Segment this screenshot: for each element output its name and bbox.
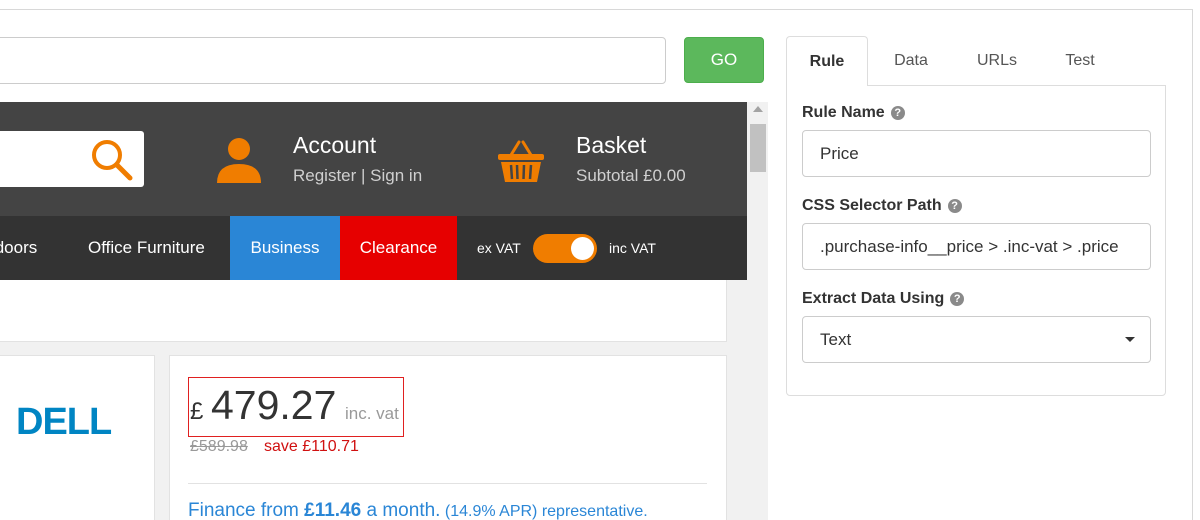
basket-icon[interactable] — [497, 139, 545, 183]
save-amount: save £110.71 — [264, 438, 359, 455]
price-value[interactable]: 479.27 — [211, 382, 336, 429]
css-selector-label: CSS Selector Path? — [802, 197, 962, 215]
account-title[interactable]: Account — [293, 132, 376, 159]
rule-name-label: Rule Name? — [802, 104, 905, 122]
rule-panel: Rule Name? Price CSS Selector Path? .pur… — [786, 85, 1166, 396]
account-icon[interactable] — [216, 137, 262, 183]
preview-scrollbar[interactable] — [748, 102, 768, 520]
basket-title[interactable]: Basket — [576, 132, 646, 159]
extract-select[interactable]: Text — [802, 316, 1151, 363]
help-icon[interactable]: ? — [947, 199, 962, 213]
extract-label: Extract Data Using? — [802, 290, 965, 308]
finance-prefix: Finance from — [188, 500, 305, 520]
rule-name-field[interactable]: Price — [802, 130, 1151, 177]
css-selector-label-text: CSS Selector Path — [802, 197, 942, 214]
help-icon[interactable]: ? — [950, 292, 965, 306]
scroll-up-arrow-icon[interactable] — [753, 106, 763, 112]
nav-item-outdoors[interactable]: tdoors — [0, 216, 37, 280]
content-strip — [0, 280, 727, 342]
page-preview: Account Register | Sign in Basket Subtot… — [0, 102, 768, 520]
finance-apr: (14.9% APR) representative. — [440, 503, 648, 520]
nav-item-business[interactable]: Business — [230, 216, 340, 280]
nav-item-clearance[interactable]: Clearance — [340, 216, 457, 280]
dell-logo[interactable]: DELL — [16, 401, 112, 444]
price-card: £ 479.27 inc. vat £589.98 save £110.71 F… — [169, 355, 727, 520]
finance-amount: £11.46 — [304, 500, 362, 520]
extract-select-value: Text — [820, 329, 852, 349]
vat-inc-label: inc VAT — [609, 240, 656, 256]
tab-test[interactable]: Test — [1040, 36, 1120, 86]
finance-mid: a month. — [361, 500, 441, 520]
help-icon[interactable]: ? — [890, 106, 905, 120]
price-vat-suffix: inc. vat — [345, 404, 399, 423]
account-register-link[interactable]: Register | Sign in — [293, 166, 422, 186]
currency-symbol: £ — [190, 398, 204, 425]
scroll-thumb[interactable] — [750, 124, 766, 172]
panel-tabs: Rule Data URLs Test — [786, 36, 1166, 86]
vat-ex-label: ex VAT — [477, 240, 521, 256]
css-selector-field[interactable]: .purchase-info__price > .inc-vat > .pric… — [802, 223, 1151, 270]
basket-subtotal: Subtotal £0.00 — [576, 166, 686, 185]
rule-name-label-text: Rule Name — [802, 104, 885, 121]
go-button[interactable]: GO — [684, 37, 764, 83]
url-input[interactable] — [0, 37, 666, 84]
site-header: Account Register | Sign in Basket Subtot… — [0, 102, 747, 216]
search-icon[interactable] — [90, 138, 134, 182]
site-search-box[interactable] — [0, 131, 144, 187]
nav-item-office-furniture[interactable]: Office Furniture — [88, 216, 205, 280]
vat-toggle-knob[interactable] — [571, 237, 594, 260]
chevron-down-icon[interactable] — [1125, 337, 1135, 342]
vat-toggle[interactable] — [533, 234, 597, 263]
old-price: £589.98 — [190, 438, 248, 455]
tab-rule[interactable]: Rule — [786, 36, 868, 86]
tab-urls[interactable]: URLs — [954, 36, 1040, 86]
brand-card: DELL — [0, 355, 155, 520]
extract-label-text: Extract Data Using — [802, 290, 945, 307]
site-nav: tdoors Office Furniture Business Clearan… — [0, 216, 747, 280]
tab-data[interactable]: Data — [868, 36, 954, 86]
finance-link[interactable]: Finance from £11.46 a month. (14.9% APR)… — [188, 500, 648, 520]
divider — [188, 483, 707, 484]
